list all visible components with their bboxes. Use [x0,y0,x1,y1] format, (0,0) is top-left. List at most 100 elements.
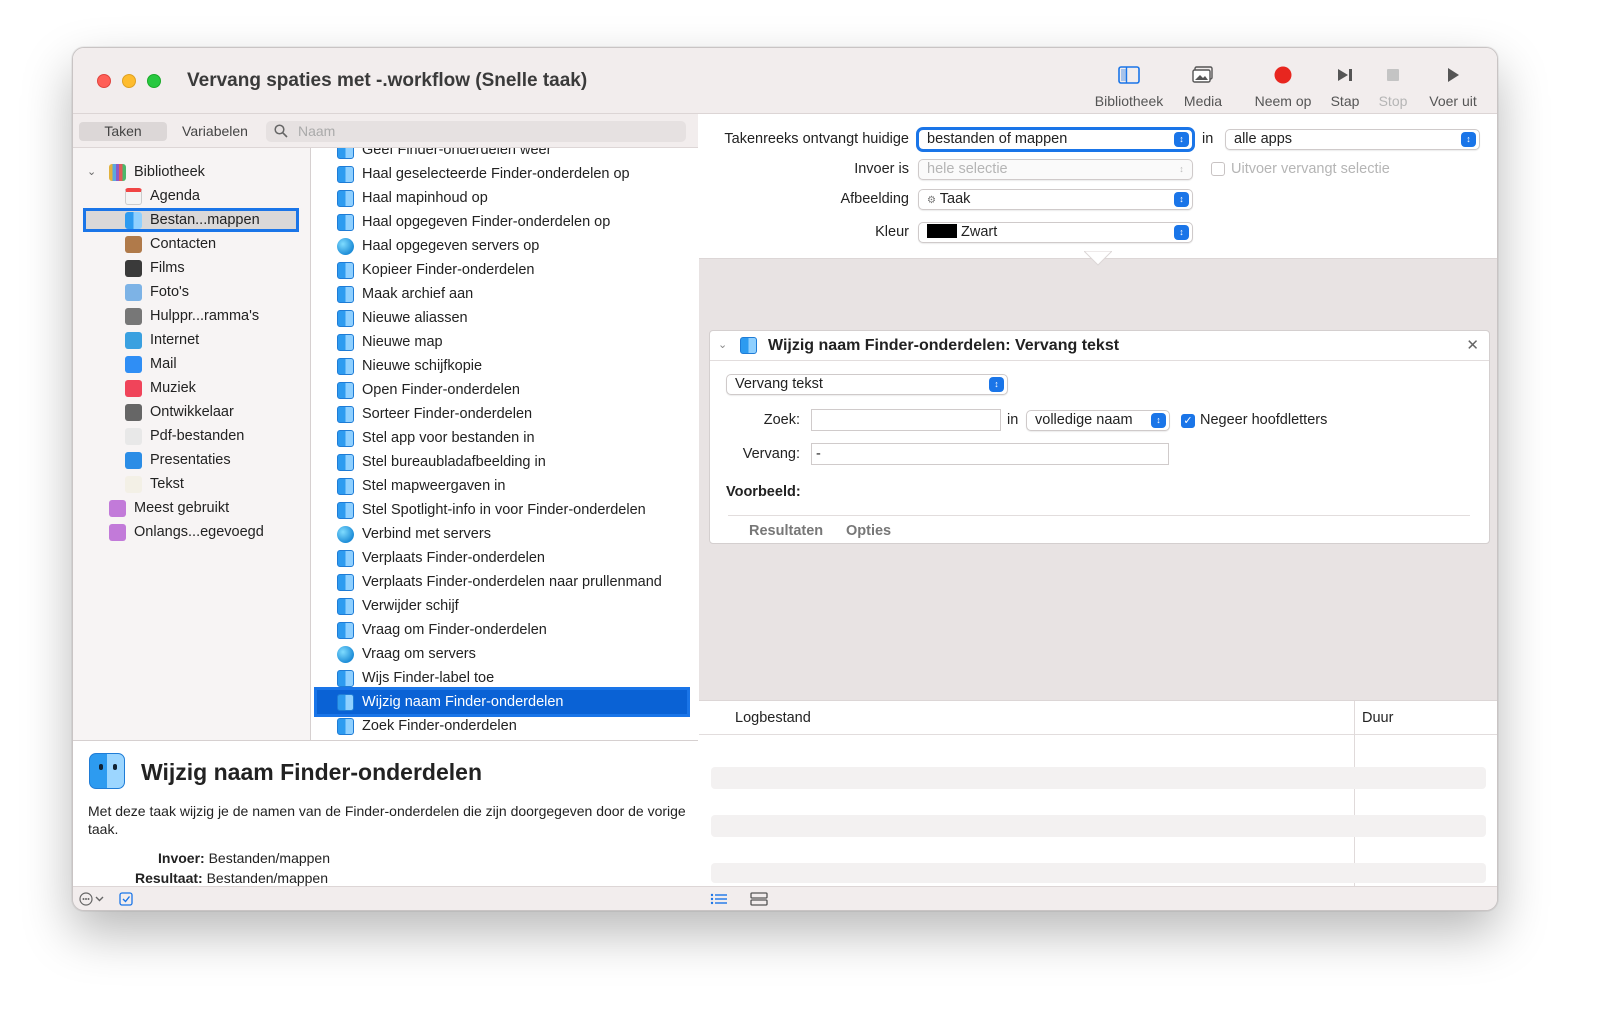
record-button[interactable]: Neem op [1248,62,1318,109]
list-view-icon[interactable] [710,892,728,910]
scope-in-label: in [1007,412,1019,428]
list-item[interactable]: Nieuwe map [317,330,687,354]
sidebar-item-onlangs-egevoegd[interactable]: Onlangs...egevoegd [73,520,311,544]
list-item[interactable]: Haal opgegeven servers op [317,234,687,258]
list-item[interactable]: Stel app voor bestanden in [317,426,687,450]
finder-icon [337,310,354,327]
search-icon [274,124,288,143]
more-options-icon[interactable] [79,892,107,910]
list-item[interactable]: Stel bureaubladafbeelding in [317,450,687,474]
library-root[interactable]: ⌄ Bibliotheek [73,160,311,184]
log-header: Logbestand Duur [699,701,1497,735]
list-item[interactable]: Vraag om Finder-onderdelen [317,618,687,642]
sidebar-item-tekst[interactable]: Tekst [73,472,311,496]
sidebar-item-mail[interactable]: Mail [73,352,311,376]
list-item[interactable]: Vraag om servers [317,642,687,666]
tab-actions[interactable]: Taken [79,122,167,141]
search-field[interactable]: Naam [266,121,686,142]
sidebar-item-pdf-bestanden[interactable]: Pdf-bestanden [73,424,311,448]
smart-folder-icon [109,500,126,517]
list-item[interactable]: Wijzig naam Finder-onderdelen [314,687,690,717]
list-item[interactable]: Stel Spotlight-info in voor Finder-onder… [317,498,687,522]
list-item[interactable]: Nieuwe aliassen [317,306,687,330]
search-input[interactable]: Naam [298,123,335,139]
app-popup[interactable]: alle apps ↕ [1225,129,1480,150]
finder-icon [337,358,354,375]
tab-options[interactable]: Opties [846,523,891,539]
finder-icon [337,262,354,279]
zoom-window-button[interactable] [147,74,161,88]
close-icon[interactable]: ✕ [1466,336,1479,354]
color-popup[interactable]: Zwart ↕ [918,222,1193,243]
bottom-bar [73,886,1497,910]
media-button[interactable]: Media [1178,62,1228,109]
find-field[interactable] [811,409,1001,431]
list-item[interactable]: Geef Finder-onderdelen weer [317,148,687,162]
minimize-window-button[interactable] [122,74,136,88]
sidebar-item-label: Contacten [150,236,217,252]
run-button[interactable]: Voer uit [1423,62,1483,109]
finder-icon [337,334,354,351]
action-label: Verplaats Finder-onderdelen [362,550,545,566]
sidebar-item-meest-gebruikt[interactable]: Meest gebruikt [73,496,311,520]
log-column-header[interactable]: Logbestand [735,710,811,726]
list-item[interactable]: Kopieer Finder-onderdelen [317,258,687,282]
sidebar-item-films[interactable]: Films [73,256,311,280]
collapse-chevron-icon[interactable]: ⌄ [718,338,727,351]
smart-folder-icon [109,524,126,541]
library-button[interactable]: Bibliotheek [1091,62,1167,109]
mode-popup[interactable]: Vervang tekst ↕ [726,374,1008,395]
sidebar-item-bestan-mappen[interactable]: Bestan...mappen [83,208,299,232]
list-item[interactable]: Verwijder schijf [317,594,687,618]
list-item[interactable]: Wijs Finder-label toe [317,666,687,690]
list-item[interactable]: Maak archief aan [317,282,687,306]
sidebar-item-muziek[interactable]: Muziek [73,376,311,400]
scope-popup[interactable]: volledige naam ↕ [1026,410,1170,431]
stop-icon [1373,62,1413,88]
utilities-icon [125,308,142,325]
globe-icon [337,526,354,543]
action-label: Haal geselecteerde Finder-onderdelen op [362,166,630,182]
sidebar-item-foto-s[interactable]: Foto's [73,280,311,304]
sidebar-item-internet[interactable]: Internet [73,328,311,352]
image-popup[interactable]: ⚙ Taak ↕ [918,189,1193,210]
input-is-popup[interactable]: hele selectie ↕ [918,159,1193,180]
action-label: Geef Finder-onderdelen weer [362,148,552,158]
list-item[interactable]: Haal geselecteerde Finder-onderdelen op [317,162,687,186]
output-replaces-checkbox[interactable] [1211,162,1225,176]
action-label: Verplaats Finder-onderdelen naar prullen… [362,574,662,590]
sidebar-item-label: Muziek [150,380,196,396]
step-button[interactable]: Stap [1325,62,1365,109]
sidebar-item-ontwikkelaar[interactable]: Ontwikkelaar [73,400,311,424]
library-tree: ⌄ Bibliotheek Agenda Bestan...mappen Conta… [73,148,311,740]
receives-popup[interactable]: bestanden of mappen ↕ [916,127,1195,152]
list-item[interactable]: Sorteer Finder-onderdelen [317,402,687,426]
tab-results[interactable]: Resultaten [749,523,823,539]
sidebar-item-contacten[interactable]: Contacten [73,232,311,256]
list-item[interactable]: Haal mapinhoud op [317,186,687,210]
list-item[interactable]: Stel mapweergaven in [317,474,687,498]
list-item[interactable]: Verplaats Finder-onderdelen [317,546,687,570]
replace-field[interactable]: - [811,443,1169,465]
disclosure-chevron-icon[interactable]: ⌄ [87,160,96,184]
description-toggle-icon[interactable] [119,892,133,910]
sidebar-item-agenda[interactable]: Agenda [73,184,311,208]
list-item[interactable]: Open Finder-onderdelen [317,378,687,402]
list-item[interactable]: Verplaats Finder-onderdelen naar prullen… [317,570,687,594]
duration-column-header[interactable]: Duur [1362,710,1393,726]
sidebar-item-presentaties[interactable]: Presentaties [73,448,311,472]
tab-variables[interactable]: Variabelen [173,122,257,141]
close-window-button[interactable] [97,74,111,88]
finder-icon [337,574,354,591]
sidebar-item-label: Meest gebruikt [134,500,230,516]
globe-icon [337,646,354,663]
stop-button[interactable]: Stop [1373,62,1413,109]
sidebar-item-hulppr-ramma-s[interactable]: Hulppr...ramma's [73,304,311,328]
list-item[interactable]: Haal opgegeven Finder-onderdelen op [317,210,687,234]
ignore-case-checkbox[interactable]: ✓ [1181,414,1195,428]
list-item[interactable]: Verbind met servers [317,522,687,546]
list-item[interactable]: Zoek Finder-onderdelen [317,714,687,738]
split-view-icon[interactable] [750,892,768,910]
list-item[interactable]: Nieuwe schijfkopie [317,354,687,378]
popup-arrows-icon: ↕ [1174,225,1189,240]
